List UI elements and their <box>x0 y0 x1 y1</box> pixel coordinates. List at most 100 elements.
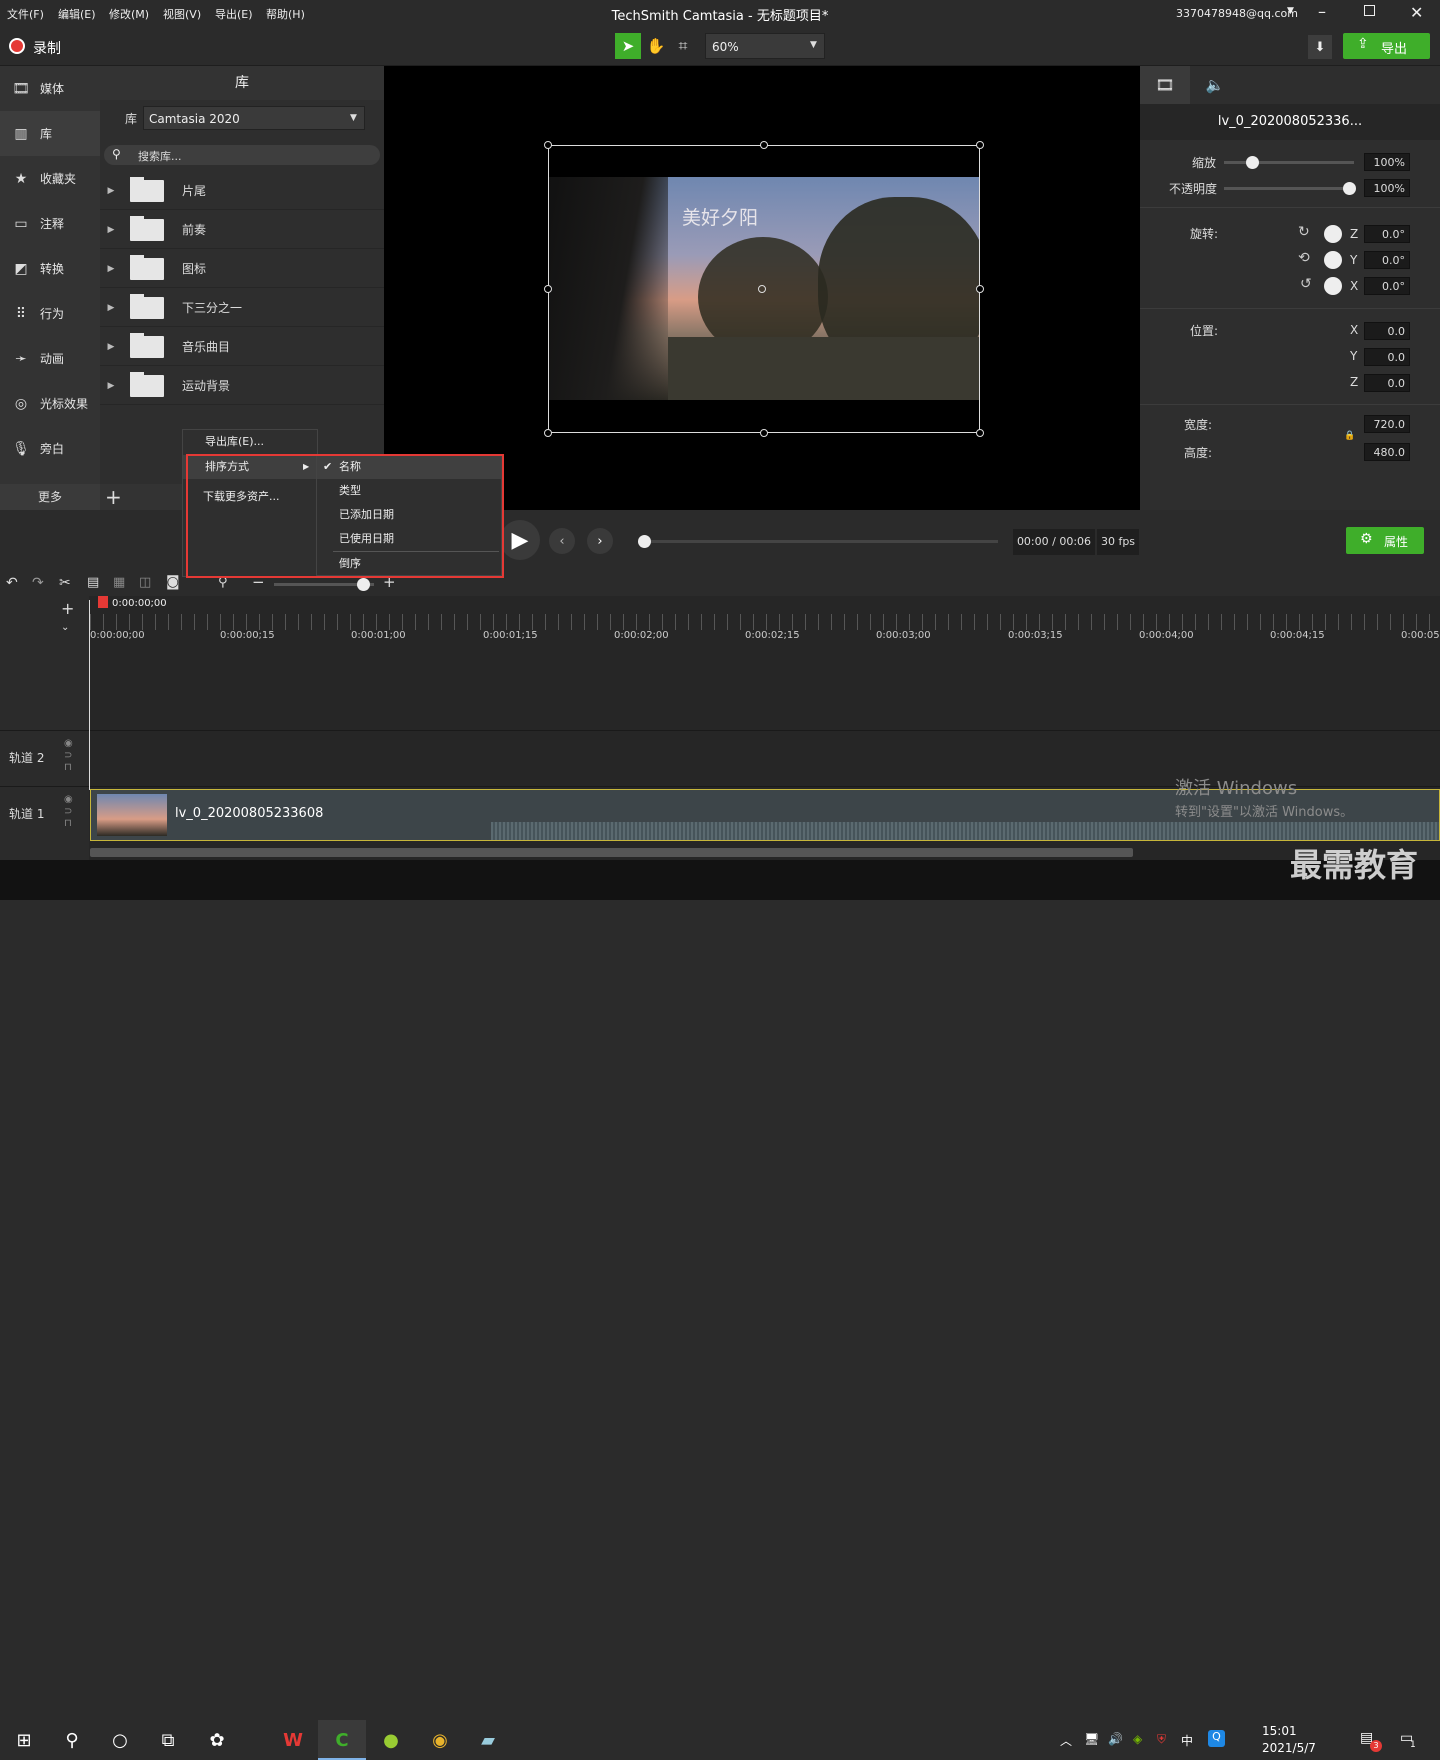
library-folder[interactable]: ▶ 运动背景 <box>100 367 384 405</box>
account-name[interactable]: 3370478948@qq.com <box>1176 7 1298 20</box>
library-folder[interactable]: ▶ 下三分之一 <box>100 289 384 327</box>
lock-aspect-icon[interactable]: 🔒 <box>1344 431 1355 441</box>
scale-input[interactable]: 100% <box>1364 153 1410 171</box>
menu-view[interactable]: 视图(V) <box>163 6 201 22</box>
network-icon[interactable]: 🖥 <box>1084 1732 1099 1746</box>
nav-library[interactable]: ▥ 库 <box>0 111 100 156</box>
windows-start-icon[interactable]: ⊞ <box>10 1726 38 1754</box>
nav-cursor-effects[interactable]: ◎ 光标效果 <box>0 381 100 426</box>
expand-icon[interactable]: ▶ <box>100 264 122 274</box>
export-button[interactable]: ⇪ 导出 <box>1343 33 1430 59</box>
collapse-icon[interactable]: ⌄ <box>61 622 69 633</box>
account-dropdown-icon[interactable]: ▼ <box>1287 6 1294 16</box>
resize-handle[interactable] <box>544 285 552 293</box>
download-icon[interactable]: ⬇ <box>1308 35 1332 59</box>
rotation-y-input[interactable]: 0.0° <box>1364 251 1410 269</box>
resize-handle[interactable] <box>760 429 768 437</box>
nav-behaviors[interactable]: ⠿ 行为 <box>0 291 100 336</box>
resize-handle[interactable] <box>976 285 984 293</box>
search-icon[interactable]: ⚲ <box>58 1726 86 1754</box>
app-pinwheel-icon[interactable]: ✿ <box>203 1726 231 1754</box>
scale-slider-knob[interactable] <box>1246 156 1259 169</box>
minimize-icon[interactable]: – <box>1318 2 1326 21</box>
expand-icon[interactable]: ▶ <box>100 186 122 196</box>
library-folder[interactable]: ▶ 片尾 <box>100 172 384 210</box>
chrome-icon[interactable]: ◉ <box>426 1726 454 1754</box>
cut-icon[interactable]: ✂ <box>59 575 71 591</box>
record-icon[interactable] <box>9 38 25 54</box>
previous-frame-icon[interactable]: ‹ <box>549 528 575 554</box>
rotation-x-dial[interactable] <box>1324 277 1342 295</box>
expand-icon[interactable]: ▶ <box>100 342 122 352</box>
volume-icon[interactable]: 🔊 <box>1108 1732 1123 1746</box>
center-handle[interactable] <box>758 285 766 293</box>
redo-icon[interactable]: ↷ <box>32 575 44 591</box>
scrub-knob[interactable] <box>638 535 651 548</box>
camtasia-icon[interactable]: C <box>328 1726 356 1754</box>
copy-icon[interactable]: ▤ <box>87 575 99 590</box>
play-icon[interactable]: ▶ <box>500 520 540 560</box>
nvidia-icon[interactable]: ◈ <box>1133 1732 1142 1746</box>
record-button[interactable]: 录制 <box>33 38 61 58</box>
task-view-icon[interactable]: ⧉ <box>154 1726 182 1754</box>
position-x-input[interactable]: 0.0 <box>1364 322 1410 340</box>
add-track-icon[interactable]: + <box>61 599 74 618</box>
scale-slider[interactable] <box>1224 161 1354 164</box>
menu-edit[interactable]: 编辑(E) <box>58 6 96 22</box>
library-folder[interactable]: ▶ 图标 <box>100 250 384 288</box>
library-folder[interactable]: ▶ 前奏 <box>100 211 384 249</box>
resize-handle[interactable] <box>760 141 768 149</box>
qq-icon[interactable]: Q <box>1208 1730 1225 1747</box>
position-z-input[interactable]: 0.0 <box>1364 374 1410 392</box>
opacity-slider-knob[interactable] <box>1343 182 1356 195</box>
position-y-input[interactable]: 0.0 <box>1364 348 1410 366</box>
resize-handle[interactable] <box>544 429 552 437</box>
menu-help[interactable]: 帮助(H) <box>266 6 305 22</box>
add-icon[interactable]: + <box>105 485 122 509</box>
menu-file[interactable]: 文件(F) <box>7 6 44 22</box>
menu-export[interactable]: 导出(E) <box>215 6 253 22</box>
cortana-icon[interactable]: ○ <box>106 1726 134 1754</box>
visual-properties-tab-icon[interactable]: 🎞 <box>1140 66 1190 104</box>
nav-favorites[interactable]: ★ 收藏夹 <box>0 156 100 201</box>
export-library-menu-item[interactable]: 导出库(E)... <box>183 430 317 454</box>
rotation-x-input[interactable]: 0.0° <box>1364 277 1410 295</box>
nav-transitions[interactable]: ◩ 转换 <box>0 246 100 291</box>
expand-icon[interactable]: ▶ <box>100 225 122 235</box>
library-folder[interactable]: ▶ 音乐曲目 <box>100 328 384 366</box>
select-tool-icon[interactable]: ➤ <box>615 33 641 59</box>
playhead-icon[interactable] <box>98 596 108 608</box>
undo-icon[interactable]: ↶ <box>6 575 18 591</box>
split-icon[interactable]: ◫ <box>139 575 151 590</box>
rotation-z-dial[interactable] <box>1324 225 1342 243</box>
height-input[interactable]: 480.0 <box>1364 443 1410 461</box>
resize-handle[interactable] <box>544 141 552 149</box>
opacity-input[interactable]: 100% <box>1364 179 1410 197</box>
resize-handle[interactable] <box>976 429 984 437</box>
expand-icon[interactable]: ▶ <box>100 303 122 313</box>
next-frame-icon[interactable]: › <box>587 528 613 554</box>
nav-voice-narration[interactable]: 🎙 旁白 <box>0 426 100 471</box>
nav-annotations[interactable]: ▭ 注释 <box>0 201 100 246</box>
library-select[interactable]: Camtasia 2020 ▼ <box>143 106 365 130</box>
security-shield-icon[interactable]: ⛨ <box>1157 1732 1166 1747</box>
opacity-slider[interactable] <box>1224 187 1354 190</box>
rotation-z-input[interactable]: 0.0° <box>1364 225 1410 243</box>
width-input[interactable]: 720.0 <box>1364 415 1410 433</box>
audio-properties-tab-icon[interactable]: 🔈 <box>1190 66 1240 104</box>
more-button[interactable]: 更多 <box>0 484 100 510</box>
wps-office-icon[interactable]: W <box>279 1726 307 1754</box>
expand-icon[interactable]: ▶ <box>100 381 122 391</box>
close-icon[interactable]: ✕ <box>1410 3 1423 22</box>
crop-tool-icon[interactable]: ⌗ <box>670 33 696 59</box>
track-2-controls-icon[interactable]: ◉ ⊃ ⊓ <box>64 738 73 774</box>
zoom-select[interactable]: 60% ▼ <box>705 33 825 59</box>
track-1-controls-icon[interactable]: ◉ ⊃ ⊓ <box>64 794 73 830</box>
scrub-track[interactable] <box>640 540 998 543</box>
nav-animations[interactable]: ➛ 动画 <box>0 336 100 381</box>
ime-indicator[interactable]: 中 <box>1181 1732 1193 1749</box>
hand-tool-icon[interactable]: ✋ <box>643 33 669 59</box>
menu-modify[interactable]: 修改(M) <box>109 6 149 22</box>
paste-icon[interactable]: ▦ <box>113 575 125 590</box>
horizontal-scrollbar[interactable] <box>90 848 1133 857</box>
